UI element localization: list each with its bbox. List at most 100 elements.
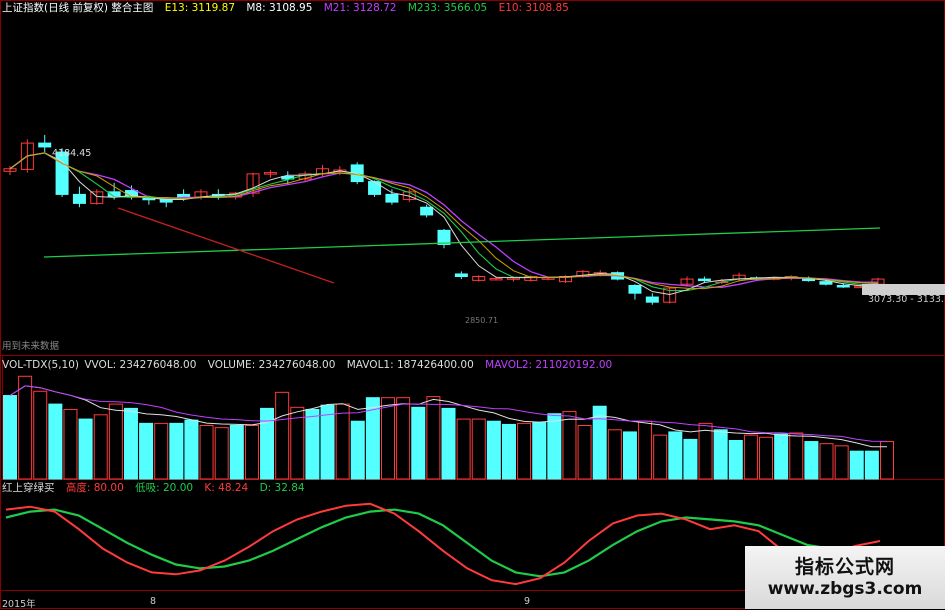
main-chart-title: 上证指数(日线 前复权) 整合主图	[2, 2, 154, 14]
volume-bar	[229, 425, 244, 480]
volume-bar	[517, 422, 532, 480]
volume-bar	[214, 427, 229, 480]
m21-value: M21: 3128.72	[323, 2, 397, 14]
watermark-url: www.zbgs3.com	[767, 579, 923, 599]
watermark-title: 指标公式网	[794, 556, 895, 578]
volume-bar	[244, 425, 259, 480]
candle-body	[697, 278, 711, 282]
volume-bar	[260, 407, 275, 480]
candle-body	[38, 142, 52, 148]
candle-body	[454, 273, 468, 278]
volume-bar	[471, 418, 486, 480]
candle-body	[802, 278, 816, 282]
mavol1-value: MAVOL1: 187426400.00	[346, 359, 474, 371]
volume-bar	[320, 404, 335, 480]
current-price-range-label: 3073.30 - 3133.1	[868, 294, 945, 305]
volume-bar	[139, 422, 154, 480]
volume-bar	[864, 450, 879, 480]
volume-bar	[48, 403, 63, 480]
volume-bar	[653, 434, 668, 480]
high-price-label: 4184.45	[52, 148, 92, 159]
future-data-note: 用到未来数据	[2, 341, 60, 352]
volume-bar	[396, 397, 411, 480]
volume-bar	[759, 436, 774, 480]
volume-bar	[199, 425, 214, 480]
stock-chart-canvas[interactable]	[0, 0, 945, 609]
volume-bar	[774, 433, 789, 480]
volume-bar	[3, 395, 17, 480]
volume-bar	[849, 450, 864, 480]
volume-bar	[426, 396, 441, 480]
kd-low-level: 低吸: 20.00	[135, 482, 194, 494]
time-axis-month-9: 9	[524, 596, 531, 607]
volume-bar	[607, 429, 622, 480]
e10-line	[9, 152, 879, 290]
candle-body	[628, 284, 642, 294]
volume-bar	[275, 391, 290, 480]
volume-bar	[108, 403, 123, 480]
volume-bar	[184, 419, 199, 480]
volume-header: VOL-TDX(5,10) VVOL: 234276048.00 VOLUME:…	[2, 358, 620, 372]
volume-bar	[154, 422, 169, 480]
volume-bar	[789, 432, 804, 480]
kd-indicator-label: 红上穿绿买	[2, 482, 55, 494]
volume-bar	[834, 445, 849, 480]
m8-value: M8: 3108.95	[246, 2, 313, 14]
kd-header: 红上穿绿买 高度: 80.00 低吸: 20.00 K: 48.24 D: 32…	[2, 481, 313, 495]
mavol2-value: MAVOL2: 211020192.00	[485, 359, 613, 371]
volume-bar	[698, 422, 713, 480]
volume-bar	[305, 408, 320, 480]
volume-value: VOLUME: 234276048.00	[207, 359, 336, 371]
volume-indicator-label: VOL-TDX(5,10)	[2, 359, 80, 371]
volume-bar	[456, 418, 471, 480]
candle-body	[72, 193, 86, 204]
volume-bar	[169, 422, 184, 480]
volume-bar	[713, 429, 728, 480]
time-axis-year: 2015年	[2, 599, 36, 610]
volume-bar	[501, 423, 516, 480]
volume-bar	[622, 431, 637, 480]
volume-bar	[93, 414, 108, 480]
volume-bar	[33, 390, 48, 480]
e10-value: E10: 3108.85	[498, 2, 569, 14]
m8-line	[9, 152, 879, 292]
candle-body	[420, 206, 434, 216]
candle-body	[819, 281, 833, 285]
volume-bar	[532, 421, 547, 480]
candle-body	[368, 181, 382, 195]
kd-d-value: D: 32.84	[259, 482, 305, 494]
kd-high-level: 高度: 80.00	[65, 482, 124, 494]
volume-bar	[728, 439, 743, 480]
candle-body	[645, 296, 659, 303]
volume-bar	[411, 406, 426, 480]
low-price-label: 2850.71	[465, 316, 499, 325]
volume-bar	[819, 443, 834, 480]
volume-bar	[350, 420, 365, 480]
volume-bar	[441, 407, 456, 480]
volume-bar	[486, 420, 501, 480]
vvol-value: VVOL: 234276048.00	[84, 359, 197, 371]
descending-trend-line	[117, 207, 335, 284]
candle-body	[177, 193, 191, 198]
volume-bar	[562, 411, 577, 480]
site-watermark-logo: 指标公式网 www.zbgs3.com	[745, 546, 945, 609]
volume-bar	[547, 413, 562, 480]
chart-frame	[0, 0, 945, 609]
time-axis-month-8: 8	[150, 596, 157, 607]
volume-bar	[123, 407, 138, 480]
volume-bar	[804, 441, 819, 480]
candle-body	[385, 193, 399, 203]
e13-line	[9, 152, 879, 296]
volume-bar	[668, 431, 683, 480]
e13-value: E13: 3119.87	[164, 2, 236, 14]
candle-body	[437, 229, 451, 245]
volume-bar	[638, 420, 653, 480]
m233-value: M233: 3566.05	[407, 2, 488, 14]
volume-bar	[78, 418, 93, 480]
volume-bar	[63, 408, 78, 480]
volume-bar	[381, 397, 396, 480]
main-chart-header: 上证指数(日线 前复权) 整合主图 E13: 3119.87 M8: 3108.…	[2, 1, 577, 15]
volume-bar	[743, 434, 758, 480]
candle-body	[836, 284, 850, 288]
m21-line	[9, 152, 879, 288]
